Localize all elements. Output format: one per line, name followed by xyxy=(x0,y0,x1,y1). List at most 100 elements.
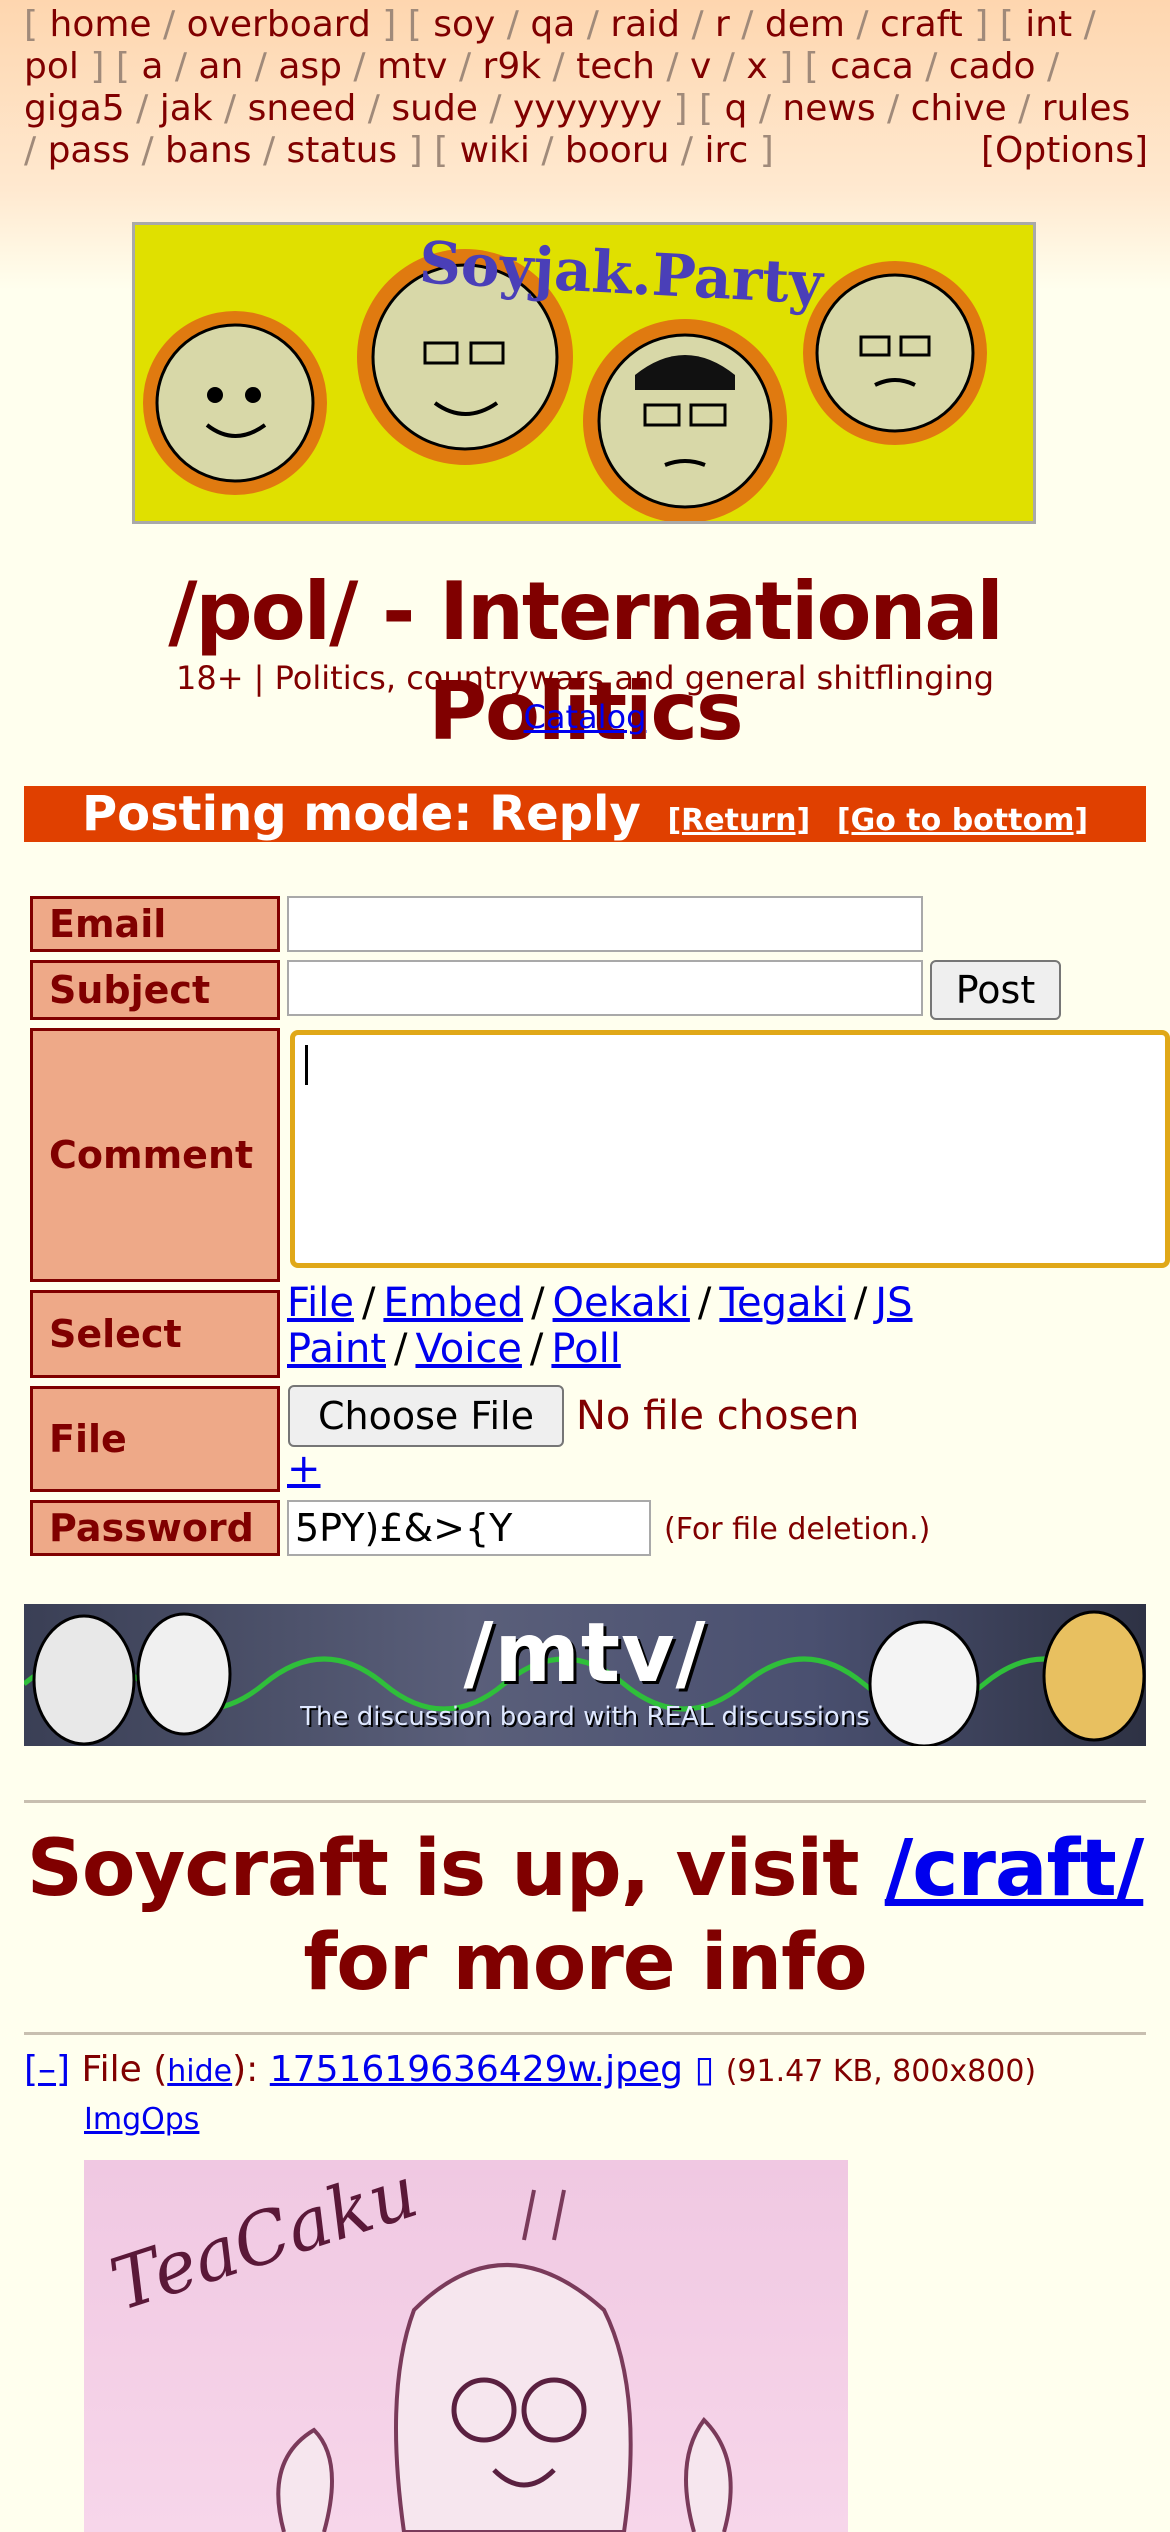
nav-separator: / xyxy=(1072,4,1096,45)
nav-link-wiki[interactable]: wiki xyxy=(460,130,530,171)
nav-link-overboard[interactable]: overboard xyxy=(187,4,371,45)
text-cursor xyxy=(305,1045,308,1085)
nav-separator: / xyxy=(541,46,577,87)
nav-link-status[interactable]: status xyxy=(287,130,398,171)
password-field[interactable] xyxy=(287,1500,651,1556)
select-separator: / xyxy=(361,1280,376,1326)
nav-link-int[interactable]: int xyxy=(1025,4,1072,45)
nav-separator: / xyxy=(124,88,160,129)
add-file-link[interactable]: + xyxy=(287,1446,321,1492)
comment-label: Comment xyxy=(30,1028,280,1282)
nav-separator: / xyxy=(913,46,949,87)
nav-link-raid[interactable]: raid xyxy=(610,4,680,45)
nav-link-bans[interactable]: bans xyxy=(165,130,251,171)
nav-separator: / xyxy=(163,46,199,87)
nav-link-sneed[interactable]: sneed xyxy=(248,88,357,129)
attachment-type-selector: File / Embed / Oekaki / Tegaki / JS Paint / Voice /… xyxy=(287,1280,1157,1372)
post-image[interactable]: TeaCaku xyxy=(84,2160,848,2532)
return-link[interactable]: [Return] xyxy=(667,803,810,838)
filename-link[interactable]: 1751619636429w.jpeg xyxy=(270,2049,683,2090)
file-meta: (91.47 KB, 800x800) xyxy=(725,2054,1037,2089)
site-banner[interactable]: Soyjak.Party xyxy=(132,222,1036,524)
soyjak-face-3 xyxy=(583,319,787,521)
select-option-file[interactable]: File xyxy=(287,1280,354,1326)
nav-link-irc[interactable]: irc xyxy=(704,130,748,171)
nav-separator: / xyxy=(447,46,483,87)
post-button[interactable]: Post xyxy=(930,960,1061,1020)
comment-textarea[interactable] xyxy=(290,1030,1170,1268)
file-prefix: File ( xyxy=(81,2049,168,2090)
options-link[interactable]: [Options] xyxy=(981,130,1148,172)
top-nav: [ home / overboard ] [ soy / qa / raid /… xyxy=(24,4,1148,172)
nav-link-mtv[interactable]: mtv xyxy=(377,46,448,87)
nav-separator: / xyxy=(356,88,392,129)
nav-link-cado[interactable]: cado xyxy=(949,46,1036,87)
craft-link[interactable]: /craft/ xyxy=(885,1824,1145,1914)
catalog-link-wrap: Catalog xyxy=(0,697,1170,737)
nav-link-pol[interactable]: pol xyxy=(24,46,79,87)
subject-label: Subject xyxy=(30,960,280,1020)
mtv-ad-banner[interactable]: /mtv/ The discussion board with REAL dis… xyxy=(24,1604,1146,1746)
nav-link-yyyyyyy[interactable]: yyyyyyy xyxy=(513,88,662,129)
email-field[interactable] xyxy=(287,896,923,952)
nav-separator: / xyxy=(243,46,279,87)
catalog-link[interactable]: Catalog xyxy=(524,698,647,736)
nav-link-news[interactable]: news xyxy=(782,88,875,129)
select-option-poll[interactable]: Poll xyxy=(551,1326,620,1372)
announcement-text-2: for more info xyxy=(303,1918,867,2008)
nav-link-x[interactable]: x xyxy=(746,46,767,87)
nav-separator: / xyxy=(680,4,716,45)
nav-link-sude[interactable]: sude xyxy=(391,88,478,129)
nav-link-tech[interactable]: tech xyxy=(576,46,655,87)
select-option-embed[interactable]: Embed xyxy=(383,1280,523,1326)
select-separator: / xyxy=(531,1280,545,1326)
nav-link-rules[interactable]: rules xyxy=(1042,88,1131,129)
file-mid: ): xyxy=(232,2049,259,2090)
announcement-text: Soycraft is up, visit xyxy=(26,1824,885,1914)
download-icon[interactable]: ▯ xyxy=(694,2049,714,2090)
nav-link-q[interactable]: q xyxy=(725,88,748,129)
nav-bracket: ] xyxy=(397,130,435,171)
nav-link-caca[interactable]: caca xyxy=(830,46,914,87)
nav-link-an[interactable]: an xyxy=(198,46,243,87)
nav-link-r[interactable]: r xyxy=(715,4,730,45)
nav-link-pass[interactable]: pass xyxy=(48,130,130,171)
nav-link-booru[interactable]: booru xyxy=(565,130,670,171)
post-file-info: [–] File (hide): 1751619636429w.jpeg ▯ (… xyxy=(24,2048,1164,2094)
collapse-post-button[interactable]: [–] xyxy=(24,2049,70,2090)
nav-separator: / xyxy=(575,4,611,45)
go-to-bottom-link[interactable]: [Go to bottom] xyxy=(837,803,1088,838)
nav-link-qa[interactable]: qa xyxy=(530,4,575,45)
nav-separator: / xyxy=(477,88,513,129)
nav-bracket: ] xyxy=(662,88,700,129)
select-option-oekaki[interactable]: Oekaki xyxy=(553,1280,690,1326)
soyjak-face-4 xyxy=(803,261,987,445)
nav-bracket: [ xyxy=(804,46,831,87)
soyjak-face-1 xyxy=(143,311,327,495)
nav-link-r9k[interactable]: r9k xyxy=(483,46,542,87)
choose-file-button[interactable]: Choose File xyxy=(288,1385,564,1447)
subject-field[interactable] xyxy=(287,960,923,1016)
nav-link-dem[interactable]: dem xyxy=(765,4,845,45)
hide-file-link[interactable]: hide xyxy=(167,2054,232,2089)
select-separator: / xyxy=(853,1280,868,1326)
nav-link-jak[interactable]: jak xyxy=(160,88,213,129)
nav-link-craft[interactable]: craft xyxy=(880,4,963,45)
select-separator: / xyxy=(529,1326,544,1372)
file-label: File xyxy=(30,1386,280,1492)
nav-separator: / xyxy=(341,46,377,87)
select-option-voice[interactable]: Voice xyxy=(415,1326,521,1372)
nav-separator: / xyxy=(669,130,705,171)
nav-separator: / xyxy=(130,130,166,171)
imgops-link[interactable]: ImgOps xyxy=(84,2102,199,2138)
select-option-tegaki[interactable]: Tegaki xyxy=(719,1280,845,1326)
nav-link-a[interactable]: a xyxy=(141,46,163,87)
nav-link-giga5[interactable]: giga5 xyxy=(24,88,125,129)
nav-link-asp[interactable]: asp xyxy=(278,46,342,87)
nav-link-soy[interactable]: soy xyxy=(433,4,495,45)
nav-bracket: ] xyxy=(370,4,408,45)
nav-link-v[interactable]: v xyxy=(690,46,711,87)
nav-link-chive[interactable]: chive xyxy=(911,88,1007,129)
nav-bracket: [ xyxy=(24,4,50,45)
nav-link-home[interactable]: home xyxy=(50,4,152,45)
